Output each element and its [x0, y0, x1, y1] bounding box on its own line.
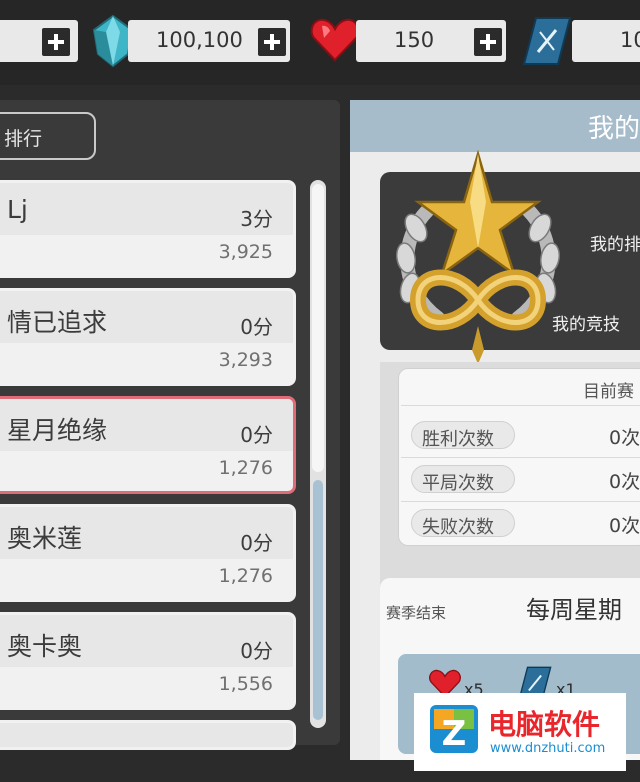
wins-value: 0次 — [609, 427, 640, 449]
wins-label: 胜利次数 — [411, 421, 515, 450]
player-score: 0分 — [240, 423, 273, 447]
draws-label: 平局次数 — [411, 465, 515, 494]
player-score: 0分 — [240, 315, 273, 339]
player-name: 星月绝缘 — [7, 416, 108, 445]
watermark-title: 电脑软件 — [488, 708, 601, 741]
profile-header: 我的 — [350, 100, 640, 152]
profile-panel: 我的 我的排 我的竞技 目前赛 胜利次数 0次 平局次数 0次 失败次数 0次 … — [350, 100, 640, 760]
player-name: 奥米莲 — [7, 524, 83, 553]
add-coin-button[interactable] — [42, 28, 70, 56]
player-points: 3,925 — [218, 241, 273, 263]
leaderboard-row-partial[interactable] — [0, 720, 296, 750]
player-points: 1,276 — [218, 457, 273, 479]
stats-title: 目前赛 — [583, 382, 634, 402]
ticket-counter: 10 — [572, 20, 640, 62]
draws-value: 0次 — [609, 471, 640, 493]
svg-text:Z: Z — [442, 714, 467, 754]
watermark: Z 电脑软件 www.dnzhuti.com — [414, 693, 626, 771]
player-name: 奥卡奥 — [7, 632, 83, 661]
losses-label: 失败次数 — [411, 509, 515, 538]
ticket-icon — [522, 17, 572, 65]
leaderboard-row-selected[interactable]: 星月绝缘 0分 1,276 — [0, 396, 296, 494]
scrollbar-thumb[interactable] — [312, 184, 324, 472]
profile-title: 我的 — [588, 114, 640, 144]
player-score: 0分 — [240, 639, 273, 663]
heart-value: 150 — [394, 28, 435, 52]
leaderboard-panel: 排行 Lj 3分 3,925 情已追求 0分 3,293 星月绝缘 0分 1,2… — [0, 100, 340, 750]
heart-icon — [310, 18, 360, 62]
resource-bar: 100,100 150 10 — [0, 0, 640, 85]
leaderboard-row[interactable]: 情已追求 0分 3,293 — [0, 288, 296, 386]
tab-ranking[interactable]: 排行 — [0, 112, 96, 160]
leaderboard-row[interactable]: 奥卡奥 0分 1,556 — [0, 612, 296, 710]
diamond-counter: 100,100 — [128, 20, 290, 62]
add-heart-button[interactable] — [474, 28, 502, 56]
site-logo-icon: Z — [430, 705, 478, 754]
coin-counter — [0, 20, 78, 62]
rank-badge-icon — [396, 150, 560, 364]
player-name: 情已追求 — [7, 308, 108, 337]
my-arena-label: 我的竞技 — [552, 315, 620, 335]
add-diamond-button[interactable] — [258, 28, 286, 56]
scrollbar-track-fill — [313, 480, 323, 720]
leaderboard-row[interactable]: 奥米莲 0分 1,276 — [0, 504, 296, 602]
player-points: 1,276 — [218, 565, 273, 587]
losses-value: 0次 — [609, 515, 640, 537]
stats-card: 目前赛 胜利次数 0次 平局次数 0次 失败次数 0次 — [398, 368, 640, 546]
my-rank-label: 我的排 — [590, 235, 640, 255]
player-score: 3分 — [240, 207, 273, 231]
heart-counter: 150 — [356, 20, 506, 62]
leaderboard-scrollbar[interactable] — [310, 180, 326, 728]
player-points: 3,293 — [218, 349, 273, 371]
player-points: 1,556 — [218, 673, 273, 695]
season-end-value: 每周星期 — [526, 596, 622, 624]
leaderboard-row[interactable]: Lj 3分 3,925 — [0, 180, 296, 278]
player-name: Lj — [7, 195, 28, 224]
season-end-label: 赛季结束 — [386, 604, 447, 622]
player-score: 0分 — [240, 531, 273, 555]
diamond-value: 100,100 — [156, 28, 243, 52]
watermark-url: www.dnzhuti.com — [490, 741, 606, 756]
ticket-value: 10 — [620, 28, 640, 52]
rank-badge-card: 我的排 我的竞技 — [380, 150, 640, 364]
